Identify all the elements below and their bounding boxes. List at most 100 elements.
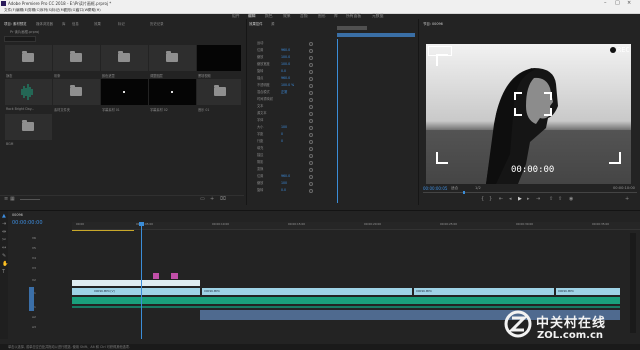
new-bin-icon[interactable]: ▭ bbox=[200, 196, 205, 202]
media-browser-tab[interactable]: 媒体浏览器 bbox=[36, 21, 53, 26]
effect-row[interactable]: 位置 960.0 bbox=[247, 174, 407, 179]
effect-row-value[interactable]: 960.0 bbox=[281, 174, 290, 179]
clip-bar[interactable] bbox=[337, 33, 415, 37]
keyframe-toggle-icon[interactable] bbox=[309, 112, 313, 116]
markers-tab[interactable]: 标记 bbox=[118, 21, 125, 26]
effect-row-value[interactable]: 0.0 bbox=[281, 69, 286, 74]
go-to-in-icon[interactable]: ⇤ bbox=[499, 196, 503, 202]
keyframe-toggle-icon[interactable] bbox=[309, 98, 313, 102]
source-tab[interactable]: 源 bbox=[271, 21, 274, 26]
bin-item[interactable] bbox=[101, 45, 148, 71]
audio-clip-a1[interactable] bbox=[72, 297, 620, 304]
zoom-slider[interactable] bbox=[20, 199, 40, 200]
timeline-timecode[interactable]: 00:00:00:00 bbox=[12, 220, 43, 226]
effect-row[interactable]: 源文本 bbox=[247, 111, 407, 116]
video-clip[interactable]: 00096.MP4 [V] bbox=[72, 288, 200, 295]
icon-view-icon[interactable]: ▦ bbox=[10, 196, 15, 202]
effect-row-value[interactable]: 正常 bbox=[281, 90, 287, 95]
effect-row[interactable]: 缩放 100 bbox=[247, 181, 407, 186]
timeline-playhead[interactable] bbox=[141, 222, 142, 339]
effect-row-value[interactable]: 960.0 bbox=[281, 48, 290, 53]
keyframe-toggle-icon[interactable] bbox=[309, 175, 313, 179]
razor-tool-icon[interactable]: ✂ bbox=[2, 237, 6, 243]
menu-file[interactable]: 文件(F) bbox=[4, 7, 16, 13]
effect-row[interactable]: 行距 0 bbox=[247, 139, 407, 144]
effect-row-value[interactable]: 960.0 bbox=[281, 76, 290, 81]
button-editor-icon[interactable]: + bbox=[625, 196, 629, 202]
pen-tool-icon[interactable]: ✎ bbox=[2, 253, 6, 259]
effects-tab[interactable]: 效果 bbox=[94, 21, 101, 26]
program-playhead[interactable] bbox=[463, 191, 465, 194]
menu-help[interactable]: 帮助(H) bbox=[88, 7, 101, 13]
effect-row-value[interactable]: 100 bbox=[281, 125, 287, 130]
export-frame-icon[interactable]: ◉ bbox=[569, 196, 573, 202]
track-select-tool-icon[interactable]: ⇥ bbox=[2, 221, 6, 227]
effect-row-value[interactable]: 100.0 % bbox=[281, 83, 294, 88]
minimize-icon[interactable]: – bbox=[604, 0, 607, 7]
hand-tool-icon[interactable]: ✋ bbox=[2, 261, 8, 267]
keyframe-toggle-icon[interactable] bbox=[309, 63, 313, 67]
project-tab[interactable]: 项目: 素材预览 bbox=[4, 21, 27, 26]
effect-row-value[interactable]: 0.0 bbox=[281, 188, 286, 193]
clip-thumbnail[interactable] bbox=[101, 79, 148, 105]
video-clip[interactable]: 00096.MP4 bbox=[202, 288, 412, 295]
playhead-handle[interactable] bbox=[139, 222, 144, 226]
maximize-icon[interactable]: □ bbox=[615, 0, 620, 7]
video-frame[interactable]: REC 00:00:00 bbox=[426, 44, 631, 184]
bin-item[interactable] bbox=[149, 45, 196, 71]
effect-row[interactable]: 混合模式 正常 bbox=[247, 90, 407, 95]
slip-tool-icon[interactable]: ↔ bbox=[2, 245, 6, 251]
track-target-v1[interactable] bbox=[29, 287, 34, 311]
keyframe-toggle-icon[interactable] bbox=[309, 70, 313, 74]
libraries-tab[interactable]: 库 bbox=[62, 21, 65, 26]
go-to-out-icon[interactable]: ⇥ bbox=[536, 196, 540, 202]
keyframe-toggle-icon[interactable] bbox=[309, 49, 313, 53]
keyframe-toggle-icon[interactable] bbox=[309, 91, 313, 95]
bin-item[interactable] bbox=[5, 114, 52, 140]
keyframe-toggle-icon[interactable] bbox=[309, 161, 313, 165]
type-tool-icon[interactable]: T bbox=[2, 269, 5, 275]
effect-row[interactable]: 时间重映射 bbox=[247, 97, 407, 102]
keyframe-toggle-icon[interactable] bbox=[309, 126, 313, 130]
clip-thumbnail[interactable] bbox=[197, 45, 241, 71]
keyframe-toggle-icon[interactable] bbox=[309, 147, 313, 151]
keyframe-toggle-icon[interactable] bbox=[309, 119, 313, 123]
effect-row[interactable]: 填充 bbox=[247, 146, 407, 151]
effect-row-value[interactable]: 100.0 bbox=[281, 55, 290, 60]
fit-dropdown[interactable]: 适合 bbox=[451, 186, 458, 191]
lift-icon[interactable]: ⇧ bbox=[549, 196, 553, 202]
audio-clip-thumbnail[interactable] bbox=[5, 79, 52, 105]
program-scrubber[interactable] bbox=[423, 192, 637, 193]
list-view-icon[interactable]: ≡ bbox=[4, 196, 8, 202]
keyframe-toggle-icon[interactable] bbox=[309, 168, 313, 172]
effect-row[interactable]: 旋转 0.0 bbox=[247, 188, 407, 193]
new-item-icon[interactable]: + bbox=[210, 196, 214, 202]
mark-in-icon[interactable]: { bbox=[481, 196, 484, 202]
resolution-dropdown[interactable]: 1/2 bbox=[475, 186, 481, 190]
bin-item[interactable] bbox=[5, 45, 52, 71]
effect-row[interactable]: 运动 bbox=[247, 41, 407, 46]
effect-row-value[interactable]: 100.0 bbox=[281, 62, 290, 67]
work-area-bar[interactable] bbox=[72, 230, 134, 231]
menu-edit[interactable]: 编辑(E) bbox=[16, 7, 28, 13]
ripple-edit-tool-icon[interactable]: ⇹ bbox=[2, 229, 6, 235]
effect-controls-tab[interactable]: 效果控件 bbox=[249, 21, 263, 26]
video-clip[interactable]: 00096.MP4 bbox=[414, 288, 554, 295]
effect-row[interactable]: 旋转 0.0 bbox=[247, 69, 407, 74]
video-clip[interactable]: 00096.MP4 bbox=[556, 288, 620, 295]
menu-graphics[interactable]: 图形(G) bbox=[64, 7, 77, 13]
effect-row[interactable]: 变换 bbox=[247, 167, 407, 172]
bin-item[interactable] bbox=[53, 79, 100, 105]
info-tab[interactable]: 信息 bbox=[72, 21, 79, 26]
keyframe-toggle-icon[interactable] bbox=[309, 77, 313, 81]
clip-thumbnail[interactable] bbox=[149, 79, 196, 105]
bin-item[interactable] bbox=[197, 79, 241, 105]
time-ruler[interactable]: 00:00 00:00:05:00 00:00:10:00 00:00:15:0… bbox=[72, 222, 640, 230]
menu-clip[interactable]: 剪辑(C) bbox=[28, 7, 41, 13]
selection-tool-icon[interactable]: ▲ bbox=[2, 213, 6, 219]
graphic-clip[interactable] bbox=[153, 273, 159, 279]
keyframe-toggle-icon[interactable] bbox=[309, 56, 313, 60]
keyframe-toggle-icon[interactable] bbox=[309, 140, 313, 144]
step-forward-icon[interactable]: ▸ bbox=[527, 196, 530, 202]
sequence-tab[interactable]: 00096 bbox=[12, 213, 23, 217]
